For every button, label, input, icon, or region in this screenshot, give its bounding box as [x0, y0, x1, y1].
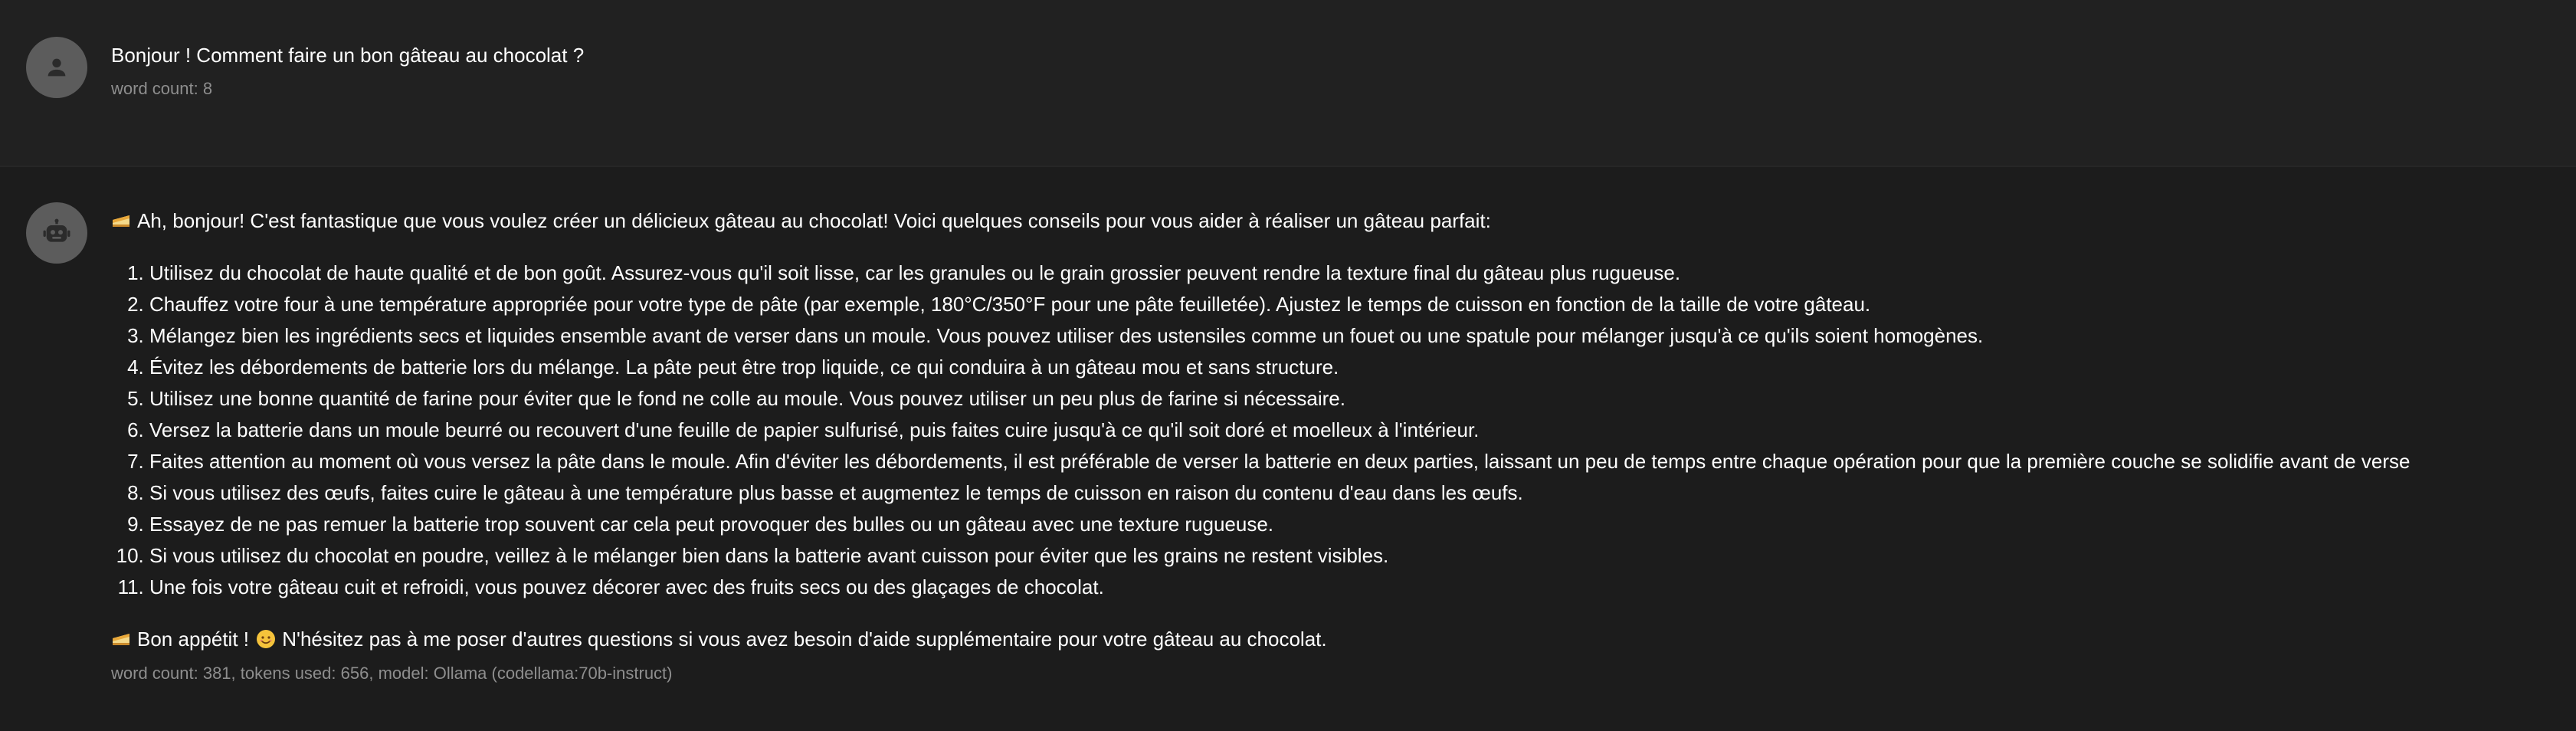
recipe-step: Versez la batterie dans un moule beurré … — [149, 415, 2576, 446]
recipe-step: Utilisez du chocolat de haute qualité et… — [149, 257, 2576, 289]
smiling-face-icon — [257, 630, 276, 648]
recipe-step: Une fois votre gâteau cuit et refroidi, … — [149, 572, 2576, 603]
robot-icon — [43, 218, 70, 242]
user-message-content: Bonjour ! Comment faire un bon gâteau au… — [111, 40, 2576, 100]
recipe-steps-list: Utilisez du chocolat de haute qualité et… — [111, 257, 2576, 603]
user-message-meta: word count: 8 — [111, 79, 213, 98]
recipe-step: Si vous utilisez du chocolat en poudre, … — [149, 540, 2576, 572]
bot-message-meta: word count: 381, tokens used: 656, model… — [111, 664, 673, 683]
bot-message: Ah, bonjour! C'est fantastique que vous … — [0, 166, 2576, 731]
recipe-step: Mélangez bien les ingrédients secs et li… — [149, 320, 2576, 352]
bot-intro-text: Ah, bonjour! C'est fantastique que vous … — [137, 209, 1491, 232]
bot-outro-text-2: N'hésitez pas à me poser d'autres questi… — [282, 628, 1327, 651]
bot-message-content: Ah, bonjour! C'est fantastique que vous … — [111, 205, 2576, 685]
bot-outro: Bon appétit ! N'hésitez pas à me poser d… — [111, 624, 2576, 655]
cake-icon — [113, 634, 129, 645]
user-icon — [48, 58, 66, 77]
recipe-step: Évitez les débordements de batterie lors… — [149, 352, 2576, 383]
recipe-step: Chauffez votre four à une température ap… — [149, 289, 2576, 320]
user-message: Bonjour ! Comment faire un bon gâteau au… — [0, 0, 2576, 166]
user-avatar — [26, 37, 87, 98]
cake-icon — [113, 215, 129, 227]
user-message-text: Bonjour ! Comment faire un bon gâteau au… — [111, 44, 585, 67]
bot-outro-text-1: Bon appétit ! — [137, 628, 249, 651]
recipe-step: Si vous utilisez des œufs, faites cuire … — [149, 477, 2576, 509]
recipe-step: Faites attention au moment où vous verse… — [149, 446, 2576, 477]
bot-avatar — [26, 202, 87, 264]
bot-intro: Ah, bonjour! C'est fantastique que vous … — [111, 205, 2576, 237]
recipe-step: Utilisez une bonne quantité de farine po… — [149, 383, 2576, 415]
recipe-step: Essayez de ne pas remuer la batterie tro… — [149, 509, 2576, 540]
